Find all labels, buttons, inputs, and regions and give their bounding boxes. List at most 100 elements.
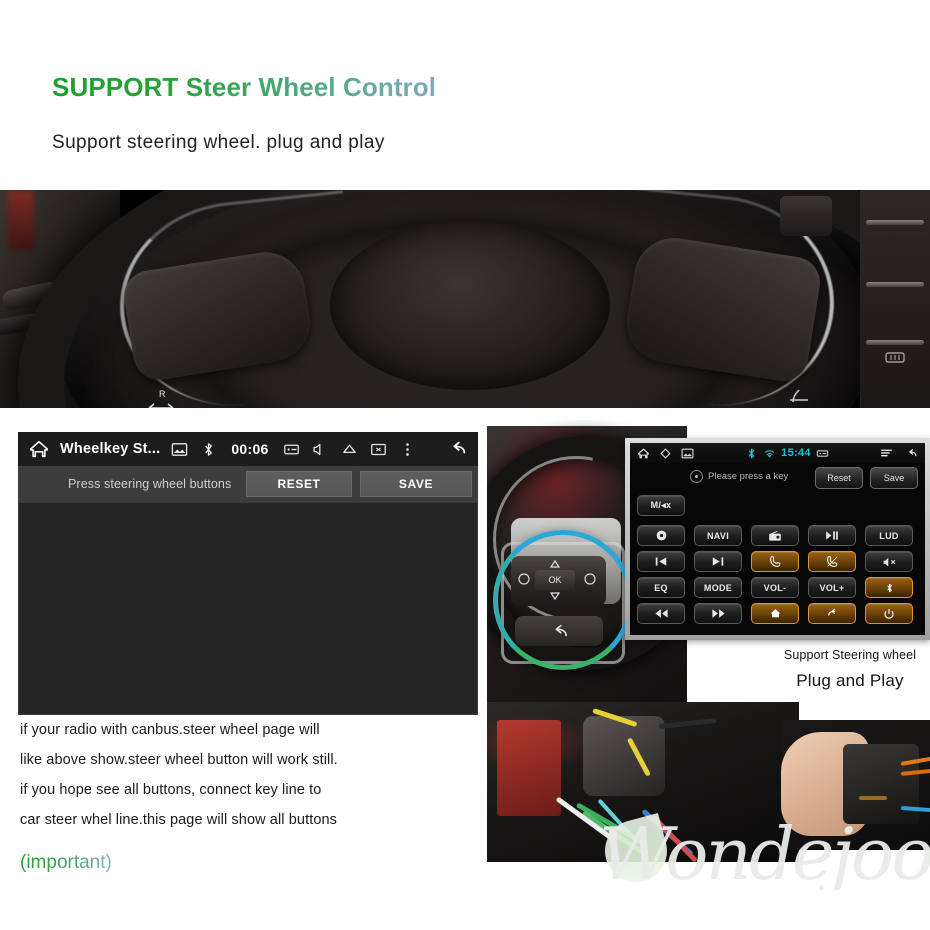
radio-status-bar: 15:44: [630, 443, 925, 463]
radio-key-lud[interactable]: LUD: [865, 525, 913, 546]
vent-slat-3: [866, 340, 924, 345]
play-pause-icon: [826, 531, 838, 540]
key-capture-area[interactable]: [18, 502, 478, 715]
radio-key-power[interactable]: [865, 603, 913, 624]
radio-key-mute2[interactable]: [865, 551, 913, 572]
radio-key-navi[interactable]: NAVI: [694, 525, 742, 546]
brand-watermark: Wondejoo: [599, 812, 930, 890]
overflow-menu-icon[interactable]: [399, 441, 416, 458]
gear-shift-icon: R: [148, 389, 174, 408]
radio-key-phone[interactable]: [751, 551, 799, 572]
reset-button[interactable]: RESET: [246, 471, 352, 497]
connector-wire-brown: [859, 796, 887, 800]
radio-key-eq[interactable]: EQ: [637, 577, 685, 598]
return-icon: [827, 608, 835, 616]
wheel-hub: [330, 220, 610, 390]
screen-icon[interactable]: [370, 441, 387, 458]
radio-key-panel: Please press a key Reset Save M/◂x NAVI …: [630, 463, 925, 635]
radio-hint-label: Please press a key: [708, 471, 789, 482]
dash-red-accent: [8, 190, 34, 250]
wiper-stalk-right: [780, 196, 832, 236]
radio-key-hangup[interactable]: [808, 551, 856, 572]
wifi-icon: [765, 449, 775, 457]
connector-block: [583, 716, 665, 796]
app-status-bar: Wheelkey St... 00:06: [18, 432, 478, 466]
radio-key-vol-down[interactable]: VOL-: [751, 577, 799, 598]
page-title: SUPPORT Steer Wheel Control: [52, 72, 437, 102]
next-track-icon: [712, 557, 724, 566]
radio-status-left: [637, 447, 694, 460]
gallery-icon[interactable]: [681, 447, 694, 460]
radio-key-mode[interactable]: MODE: [694, 577, 742, 598]
menu-icon[interactable]: [880, 447, 893, 460]
note-line-3: if you hope see all buttons, connect key…: [20, 782, 322, 798]
radio-key-bluetooth[interactable]: [865, 577, 913, 598]
wiper-icon: [790, 389, 808, 403]
hint-dot-icon: [690, 470, 703, 483]
clock-label: 00:06: [231, 441, 269, 457]
support-line-1: Support Steering wheel: [783, 648, 917, 662]
radio-status-right: [880, 447, 918, 460]
note-line-2: like above show.steer wheel button will …: [20, 752, 338, 768]
home-icon[interactable]: [637, 447, 650, 460]
radio-key-radio[interactable]: [751, 525, 799, 546]
radio-save-button[interactable]: Save: [870, 467, 918, 489]
radio-key-home[interactable]: [751, 603, 799, 624]
note-block: if your radio with canbus.steer wheel pa…: [20, 718, 490, 874]
car-radio-screen: 15:44 Please press a key Reset Save M/◂x…: [630, 443, 925, 635]
radio-key-prev[interactable]: [637, 551, 685, 572]
radio-key-return[interactable]: [808, 603, 856, 624]
eject-icon[interactable]: [341, 441, 358, 458]
mute-icon[interactable]: [312, 441, 329, 458]
photo-collage: OK 15:44 Please press a key Reset Save M…: [487, 420, 930, 890]
radio-key-next[interactable]: [694, 551, 742, 572]
radio-key-disc[interactable]: [637, 525, 685, 546]
steering-wheel-photo: LIM + − MODE + −: [0, 190, 930, 408]
radio-reset-button[interactable]: Reset: [815, 467, 863, 489]
app-action-bar: Press steering wheel buttons RESET SAVE: [18, 466, 478, 502]
diamond-icon[interactable]: [659, 447, 672, 460]
radio-status-middle: 15:44: [745, 447, 829, 460]
home-icon[interactable]: [28, 438, 50, 460]
back-icon[interactable]: [905, 447, 918, 460]
sdcard-icon: [816, 449, 828, 457]
bluetooth-icon[interactable]: [200, 441, 217, 458]
page-subtitle: Support steering wheel. plug and play: [52, 132, 385, 153]
mute-icon: [883, 557, 895, 567]
app-title: Wheelkey St...: [60, 441, 161, 457]
radio-key-mute[interactable]: M/◂x: [637, 495, 685, 516]
vent-slat-1: [866, 220, 924, 225]
note-line-4: car steer whel line.this page will show …: [20, 812, 338, 828]
status-icon-group: 00:06: [171, 441, 415, 458]
hangup-icon: [826, 556, 838, 567]
header-section: SUPPORT Steer Wheel Control Support stee…: [0, 0, 930, 190]
back-icon[interactable]: [446, 438, 468, 460]
radio-key-mute-label: M/◂x: [650, 500, 672, 510]
canbus-box: [497, 720, 561, 816]
press-hint-label: Press steering wheel buttons: [68, 477, 232, 491]
radio-clock-label: 15:44: [781, 447, 811, 459]
bluetooth-icon: [749, 448, 755, 458]
disc-icon: [656, 530, 666, 541]
sdcard-icon[interactable]: [283, 441, 300, 458]
note-line-1: if your radio with canbus.steer wheel pa…: [20, 722, 320, 738]
radio-key-rewind[interactable]: [637, 603, 685, 624]
radio-key-play-pause[interactable]: [808, 525, 856, 546]
power-icon: [884, 608, 894, 619]
forward-icon: [711, 609, 725, 618]
radio-key-forward[interactable]: [694, 603, 742, 624]
support-line-2: Plug and Play: [796, 671, 904, 690]
prev-track-icon: [655, 557, 667, 566]
home-icon: [770, 609, 780, 618]
save-button[interactable]: SAVE: [360, 471, 472, 497]
radio-key-vol-up[interactable]: VOL+: [808, 577, 856, 598]
car-radio-bezel: 15:44 Please press a key Reset Save M/◂x…: [625, 438, 930, 640]
phone-icon: [769, 556, 780, 567]
support-caption: Support Steering wheel Plug and Play: [765, 648, 930, 691]
gallery-icon[interactable]: [171, 441, 188, 458]
highlight-circle: [493, 530, 633, 670]
radio-icon: [769, 530, 781, 541]
vent-slat-2: [866, 282, 924, 287]
defrost-icon: [885, 352, 905, 363]
page-root: SUPPORT Steer Wheel Control Support stee…: [0, 0, 930, 930]
